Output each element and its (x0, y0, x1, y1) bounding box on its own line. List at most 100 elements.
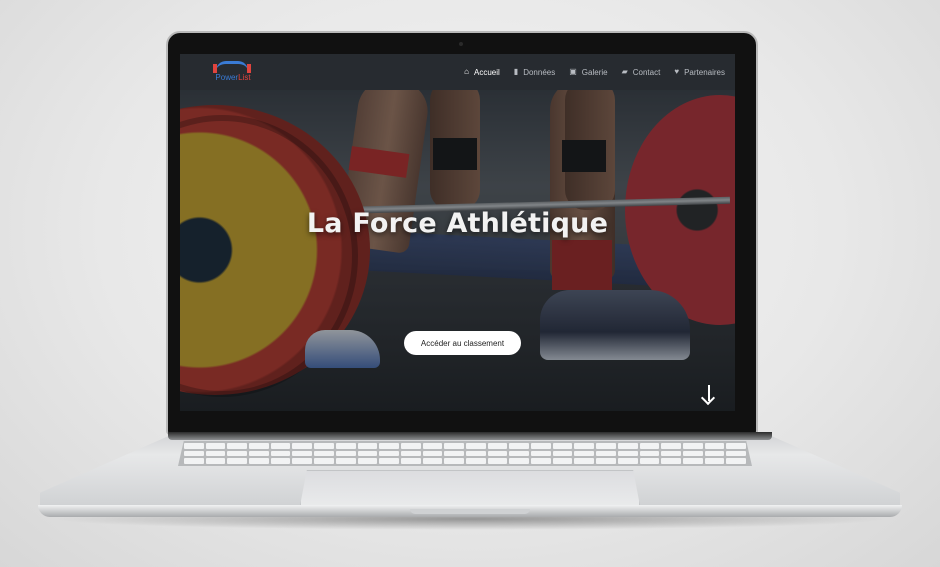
keyboard-key (661, 443, 681, 449)
keyboard-key (422, 443, 443, 449)
laptop-screen: PowerList ⌂ Accueil ▮ Données ▣ Galerie … (180, 54, 735, 411)
keyboard-key (617, 443, 638, 449)
keyboard-key (574, 450, 595, 457)
keyboard-key (574, 443, 595, 449)
keyboard-key (466, 450, 486, 457)
nav-item-galerie[interactable]: ▣ Galerie (569, 68, 607, 77)
nav-menu: ⌂ Accueil ▮ Données ▣ Galerie ▰ Contact … (464, 68, 725, 77)
home-icon: ⌂ (464, 67, 469, 76)
keyboard-key (682, 443, 703, 449)
keyboard-key (639, 443, 660, 449)
keyboard-key (292, 458, 313, 464)
keyboard-key (205, 443, 226, 449)
keyboard-key (487, 450, 508, 457)
nav-item-contact[interactable]: ▰ Contact (622, 68, 661, 77)
keyboard-key (444, 458, 464, 464)
keyboard-key (205, 458, 226, 464)
hero-overlay (180, 90, 735, 411)
keyboard-key (357, 443, 378, 449)
barbell-icon (216, 61, 248, 71)
keyboard-key (314, 450, 334, 457)
keyboard-key (270, 450, 291, 457)
keyboard-key (466, 443, 486, 449)
keyboard-key (422, 458, 443, 464)
keyboard-key (249, 450, 269, 457)
keyboard-key (661, 458, 681, 464)
nav-item-label: Partenaires (684, 67, 725, 77)
keyboard-key (227, 450, 248, 457)
keyboard-key (335, 458, 356, 464)
keyboard-key (531, 450, 551, 457)
laptop-notch (410, 509, 530, 514)
arrow-down-icon[interactable] (700, 383, 716, 407)
keyboard-key (509, 450, 530, 457)
nav-item-label: Contact (632, 67, 661, 77)
nav-item-partenaires[interactable]: ♥ Partenaires (674, 68, 725, 77)
keyboard-key (379, 450, 399, 457)
handshake-icon: ♥ (674, 67, 680, 76)
keyboard-key (379, 443, 399, 449)
keyboard-key (661, 450, 681, 457)
keyboard-key (639, 450, 660, 457)
logo-plate-right (247, 64, 251, 73)
keyboard-key (400, 450, 421, 457)
navbar: PowerList ⌂ Accueil ▮ Données ▣ Galerie … (180, 54, 735, 90)
keyboard-key (552, 443, 573, 449)
keyboard-key (509, 458, 530, 464)
hero-title: La Force Athlétique (306, 208, 609, 239)
gallery-icon: ▣ (569, 67, 577, 76)
keyboard-key (227, 443, 248, 449)
keyboard-key (682, 458, 703, 464)
keyboard-key (466, 458, 486, 464)
arrow-head (700, 390, 716, 406)
keyboard-key (726, 458, 746, 464)
keyboard-key (596, 458, 616, 464)
keyboard-key (400, 458, 421, 464)
keyboard-key (444, 443, 464, 449)
brand-name: PowerList (210, 73, 256, 82)
ranking-button[interactable]: Accéder au classement (404, 331, 521, 355)
keyboard-key (487, 458, 508, 464)
keyboard-key (357, 450, 378, 457)
keyboard-key (314, 458, 334, 464)
keyboard-key (596, 450, 616, 457)
keyboard-key (531, 458, 551, 464)
keyboard-key (617, 450, 638, 457)
keyboard-key (335, 450, 356, 457)
laptop-trackpad (300, 470, 640, 506)
keyboard-key (379, 458, 399, 464)
keyboard-key (726, 450, 746, 457)
keyboard-key (184, 450, 204, 457)
keyboard-key (639, 458, 660, 464)
bar-chart-icon: ▮ (513, 67, 519, 76)
laptop-hinge (168, 432, 772, 440)
keyboard-key (531, 443, 551, 449)
keyboard-key (704, 443, 725, 449)
nav-item-label: Accueil (474, 67, 500, 77)
brand-word-list: List (238, 73, 251, 82)
webcam (459, 42, 463, 46)
keyboard-key (682, 450, 703, 457)
keyboard-key (444, 450, 464, 457)
keyboard-key (314, 443, 334, 449)
keyboard-key (487, 443, 508, 449)
keyboard-key (227, 458, 248, 464)
keyboard-key (270, 443, 291, 449)
keyboard-key (400, 443, 421, 449)
keyboard-key (552, 450, 573, 457)
keyboard-key (184, 443, 204, 449)
keyboard-key (704, 458, 725, 464)
keyboard-key (704, 450, 725, 457)
keyboard-key (726, 443, 746, 449)
nav-item-donnees[interactable]: ▮ Données (514, 68, 555, 77)
nav-item-label: Données (523, 67, 556, 77)
keyboard-key (184, 458, 204, 464)
hero-section: La Force Athlétique Accéder au classemen… (180, 90, 735, 411)
nav-item-accueil[interactable]: ⌂ Accueil (464, 68, 500, 77)
brand-logo[interactable]: PowerList (210, 57, 256, 87)
keyboard-key (249, 443, 269, 449)
keyboard-key (270, 458, 291, 464)
keyboard-key (617, 458, 638, 464)
logo-plate-left (213, 64, 217, 73)
keyboard-key (509, 443, 530, 449)
